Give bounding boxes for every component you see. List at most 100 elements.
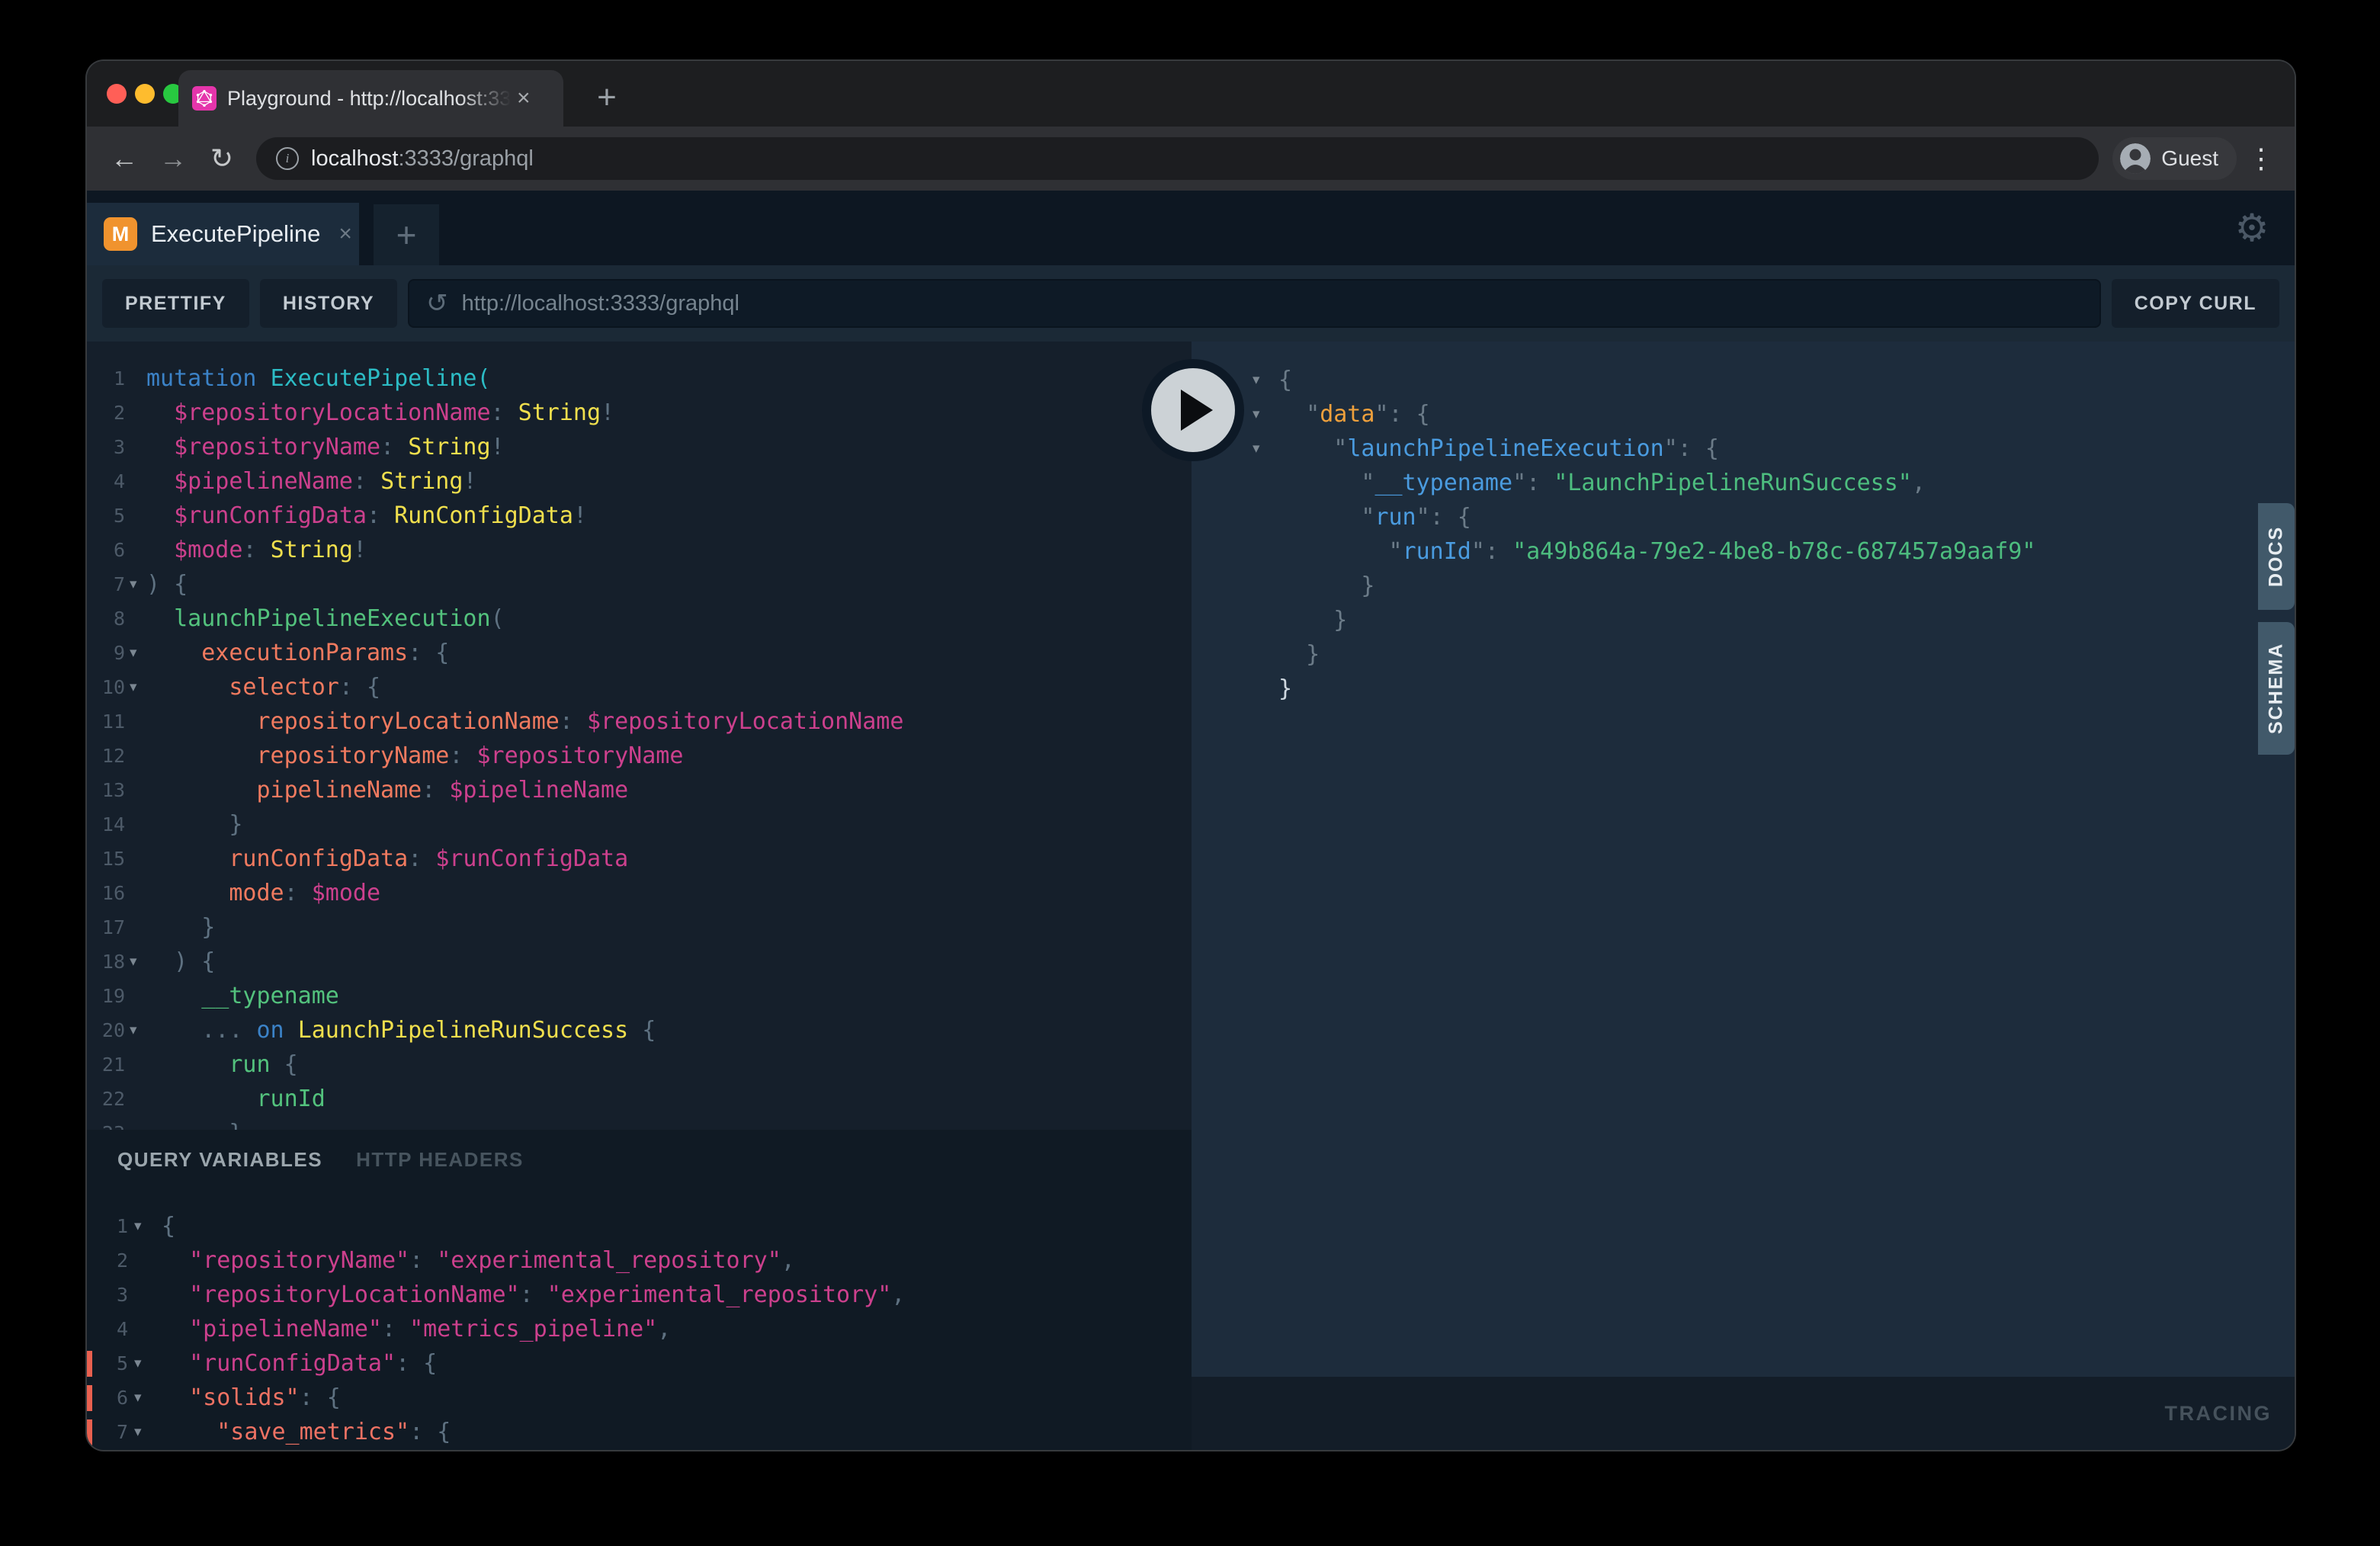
- code-line[interactable]: 1mutation ExecutePipeline(: [87, 361, 1192, 396]
- code-line[interactable]: 21 run {: [87, 1047, 1192, 1082]
- copy-curl-button[interactable]: COPY CURL: [2112, 279, 2279, 328]
- code-line: ▾{: [1192, 363, 2295, 397]
- code-line[interactable]: 2 "repositoryName": "experimental_reposi…: [87, 1243, 1192, 1278]
- new-session-button[interactable]: +: [374, 204, 439, 265]
- line-number: 12: [87, 739, 125, 773]
- code-text: $runConfigData: RunConfigData!: [146, 499, 587, 533]
- code-line[interactable]: 13 pipelineName: $pipelineName: [87, 773, 1192, 807]
- fold-arrow-icon[interactable]: ▾: [1253, 397, 1260, 431]
- session-close-icon[interactable]: ×: [338, 221, 352, 247]
- fold-arrow-icon[interactable]: ▾: [130, 1013, 137, 1047]
- execute-play-button[interactable]: [1142, 359, 1244, 461]
- code-text: }: [1278, 569, 1374, 603]
- code-text: repositoryLocationName: $repositoryLocat…: [146, 704, 903, 739]
- lint-marker: [87, 1419, 92, 1445]
- code-line[interactable]: 6 $mode: String!: [87, 533, 1192, 567]
- code-line: }: [1192, 672, 2295, 706]
- endpoint-field[interactable]: ↺ http://localhost:3333/graphql: [408, 279, 2101, 328]
- code-text: {: [1278, 363, 1292, 397]
- fold-arrow-icon[interactable]: ▾: [1253, 363, 1260, 397]
- code-text: }: [146, 1116, 242, 1130]
- code-line[interactable]: 8 launchPipelineExecution(: [87, 601, 1192, 636]
- session-tab[interactable]: M ExecutePipeline ×: [87, 203, 359, 265]
- browser-tab[interactable]: Playground - http://localhost:33 ×: [178, 70, 563, 127]
- code-line[interactable]: 18▾ ) {: [87, 945, 1192, 979]
- code-line[interactable]: 5 $runConfigData: RunConfigData!: [87, 499, 1192, 533]
- playground-main: 1mutation ExecutePipeline(2 $repositoryL…: [87, 342, 2295, 1450]
- code-line[interactable]: 7▾ "save_metrics": {: [87, 1415, 1192, 1449]
- tracing-bar[interactable]: TRACING: [1192, 1377, 2295, 1450]
- code-line[interactable]: 22 runId: [87, 1082, 1192, 1116]
- line-number: 4: [99, 1312, 128, 1346]
- prettify-button[interactable]: PRETTIFY: [102, 279, 249, 328]
- code-line[interactable]: 2 $repositoryLocationName: String!: [87, 396, 1192, 430]
- code-line[interactable]: 1▾{: [87, 1209, 1192, 1243]
- code-line[interactable]: 3 "repositoryLocationName": "experimenta…: [87, 1278, 1192, 1312]
- code-line[interactable]: 17 }: [87, 910, 1192, 945]
- code-text: executionParams: {: [146, 636, 449, 670]
- code-line[interactable]: 4 $pipelineName: String!: [87, 464, 1192, 499]
- response-viewer: ▾{▾ "data": {▾ "launchPipelineExecution"…: [1192, 342, 2295, 706]
- code-line[interactable]: 11 repositoryLocationName: $repositoryLo…: [87, 704, 1192, 739]
- browser-menu-kebab-icon[interactable]: ⋮: [2244, 138, 2278, 179]
- settings-gear-icon[interactable]: ⚙: [2229, 203, 2275, 253]
- code-text: $mode: String!: [146, 533, 367, 567]
- code-line[interactable]: 10▾ selector: {: [87, 670, 1192, 704]
- code-text: mutation ExecutePipeline(: [146, 361, 491, 396]
- code-line[interactable]: 19 __typename: [87, 979, 1192, 1013]
- code-line[interactable]: 7▾) {: [87, 567, 1192, 601]
- code-text: "runId": "a49b864a-79e2-4be8-b78c-687457…: [1278, 534, 2035, 569]
- fold-arrow-icon[interactable]: ▾: [134, 1346, 142, 1381]
- profile-chip[interactable]: Guest: [2112, 137, 2237, 180]
- fold-arrow-icon[interactable]: ▾: [130, 636, 137, 670]
- fold-arrow-icon[interactable]: ▾: [130, 945, 137, 979]
- code-line[interactable]: 4 "pipelineName": "metrics_pipeline",: [87, 1312, 1192, 1346]
- variables-editor[interactable]: 1▾{2 "repositoryName": "experimental_rep…: [87, 1209, 1192, 1449]
- line-number: 18: [87, 945, 125, 979]
- code-text: selector: {: [146, 670, 380, 704]
- tab-close-icon[interactable]: ×: [517, 87, 531, 110]
- fold-arrow-icon[interactable]: ▾: [134, 1415, 142, 1449]
- fold-arrow-icon[interactable]: ▾: [134, 1209, 142, 1243]
- code-line: "__typename": "LaunchPipelineRunSuccess"…: [1192, 466, 2295, 500]
- tab-query-variables[interactable]: QUERY VARIABLES: [117, 1148, 322, 1172]
- code-line[interactable]: 23 }: [87, 1116, 1192, 1130]
- code-line[interactable]: 3 $repositoryName: String!: [87, 430, 1192, 464]
- address-bar[interactable]: i localhost:3333/graphql: [256, 137, 2099, 180]
- history-button[interactable]: HISTORY: [260, 279, 397, 328]
- code-line[interactable]: 20▾ ... on LaunchPipelineRunSuccess {: [87, 1013, 1192, 1047]
- code-line[interactable]: 9▾ executionParams: {: [87, 636, 1192, 670]
- code-line[interactable]: 15 runConfigData: $runConfigData: [87, 842, 1192, 876]
- schema-side-tab[interactable]: SCHEMA: [2258, 622, 2295, 755]
- chrome-tab-strip: Playground - http://localhost:33 × +: [87, 61, 2295, 127]
- close-window-button[interactable]: [107, 84, 127, 104]
- url-host: localhost: [311, 146, 398, 171]
- code-line: ▾ "launchPipelineExecution": {: [1192, 431, 2295, 466]
- back-icon[interactable]: ←: [104, 138, 145, 179]
- minimize-window-button[interactable]: [135, 84, 155, 104]
- new-tab-button[interactable]: +: [584, 75, 630, 120]
- tab-http-headers[interactable]: HTTP HEADERS: [356, 1148, 524, 1172]
- code-text: __typename: [146, 979, 339, 1013]
- line-number: 11: [87, 704, 125, 739]
- fold-arrow-icon[interactable]: ▾: [130, 670, 137, 704]
- line-number: 16: [87, 876, 125, 910]
- line-number: 19: [87, 979, 125, 1013]
- line-number: 20: [87, 1013, 125, 1047]
- code-line[interactable]: 5▾ "runConfigData": {: [87, 1346, 1192, 1381]
- code-line[interactable]: 6▾ "solids": {: [87, 1381, 1192, 1415]
- page-info-icon[interactable]: i: [276, 147, 299, 170]
- docs-side-tab[interactable]: DOCS: [2258, 503, 2295, 610]
- line-number: 3: [99, 1278, 128, 1312]
- reload-icon[interactable]: ↻: [201, 138, 242, 179]
- code-line[interactable]: 16 mode: $mode: [87, 876, 1192, 910]
- forward-icon[interactable]: →: [152, 138, 194, 179]
- code-line: "run": {: [1192, 500, 2295, 534]
- code-line[interactable]: 14 }: [87, 807, 1192, 842]
- fold-arrow-icon[interactable]: ▾: [130, 567, 137, 601]
- url-path: :3333/graphql: [398, 146, 533, 171]
- fold-arrow-icon[interactable]: ▾: [134, 1381, 142, 1415]
- code-line[interactable]: 12 repositoryName: $repositoryName: [87, 739, 1192, 773]
- fold-arrow-icon[interactable]: ▾: [1253, 431, 1260, 466]
- query-editor[interactable]: 1mutation ExecutePipeline(2 $repositoryL…: [87, 342, 1192, 1130]
